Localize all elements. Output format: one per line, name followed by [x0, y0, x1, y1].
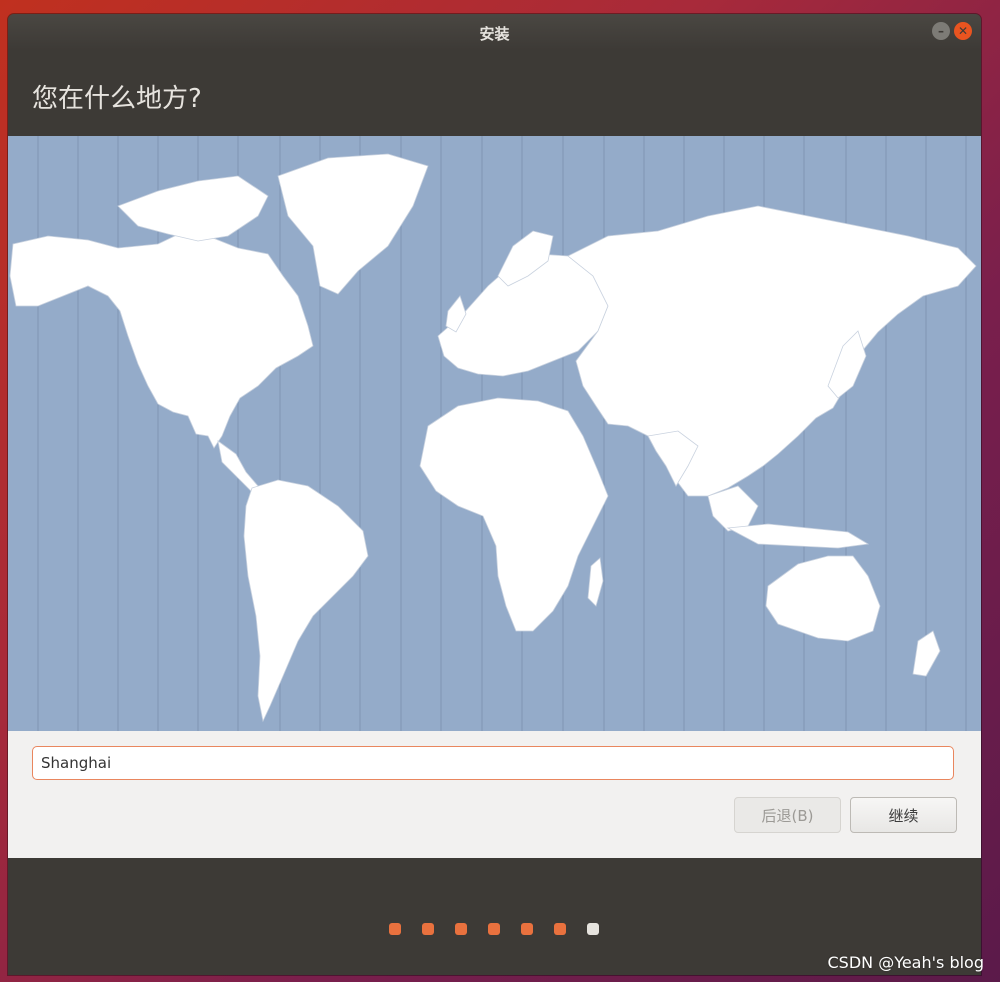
- progress-dot: [422, 923, 434, 935]
- progress-dot: [587, 923, 599, 935]
- progress-dot: [521, 923, 533, 935]
- progress-dot: [389, 923, 401, 935]
- progress-dot: [488, 923, 500, 935]
- progress-dot: [554, 923, 566, 935]
- installer-window: 安装 – ✕ 您在什么地方? Shanghai 后退(B) 继续: [8, 14, 981, 975]
- watermark-text: CSDN @Yeah's blog: [827, 953, 984, 972]
- location-panel: 后退(B) 继续: [8, 731, 981, 858]
- location-input[interactable]: [32, 746, 954, 780]
- page-title: 您在什么地方?: [32, 84, 202, 114]
- timezone-map[interactable]: [8, 136, 981, 731]
- window-title: 安装: [479, 25, 510, 43]
- progress-dot: [455, 923, 467, 935]
- world-map[interactable]: [8, 136, 981, 731]
- close-icon[interactable]: ✕: [954, 22, 972, 40]
- continue-button[interactable]: 继续: [850, 797, 957, 833]
- back-button[interactable]: 后退(B): [734, 797, 841, 833]
- progress-dots: [389, 923, 599, 935]
- minimize-icon[interactable]: –: [932, 22, 950, 40]
- title-bar[interactable]: 安装 – ✕: [8, 14, 981, 50]
